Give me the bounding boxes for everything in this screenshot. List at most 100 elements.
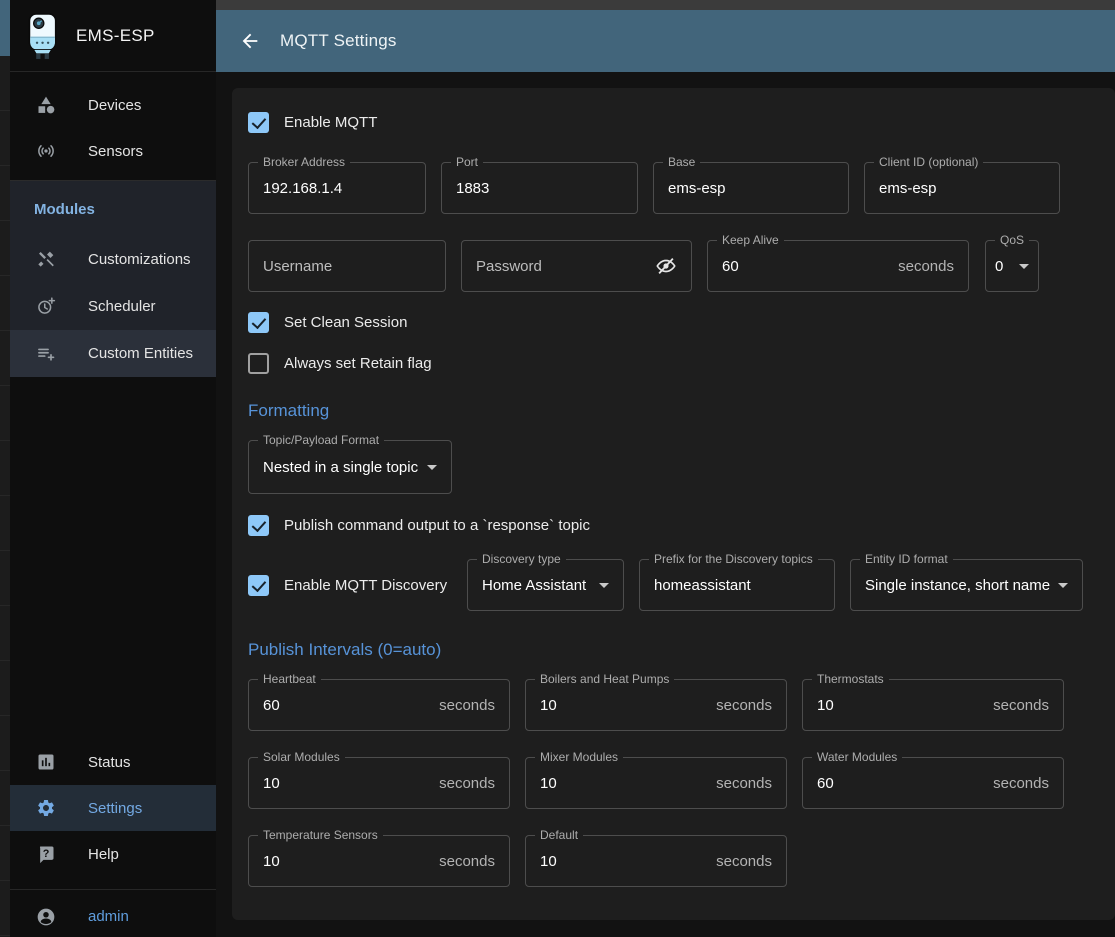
- client-id-field[interactable]: Client ID (optional): [864, 162, 1060, 214]
- publish-response-checkbox[interactable]: [248, 515, 269, 536]
- field-label: Default: [535, 828, 583, 843]
- ems-esp-app: EMS-ESP Devices Sensors Modules: [0, 0, 1115, 937]
- sidebar-item-label: Customizations: [88, 251, 191, 268]
- interval-input[interactable]: [540, 853, 716, 870]
- interval-field-temperature-sensors[interactable]: Temperature Sensors seconds: [248, 835, 510, 887]
- password-input[interactable]: [476, 258, 655, 275]
- sidebar-item-label: Sensors: [88, 143, 143, 160]
- sidebar-item-customizations[interactable]: Customizations: [10, 236, 216, 282]
- help-icon: ?: [36, 844, 56, 864]
- enable-mqtt-row: Enable MQTT: [248, 110, 1099, 134]
- keep-alive-input[interactable]: [722, 258, 898, 275]
- sidebar-header: EMS-ESP: [10, 0, 216, 72]
- chevron-down-icon: [599, 583, 609, 588]
- credentials-row: Keep Alive seconds QoS 0: [248, 240, 1099, 292]
- keep-alive-field[interactable]: Keep Alive seconds: [707, 240, 969, 292]
- toggle-password-visibility-icon[interactable]: [655, 255, 677, 277]
- unit-suffix: seconds: [716, 853, 772, 870]
- sidebar-item-custom-entities[interactable]: Custom Entities: [10, 330, 216, 377]
- formatting-heading: Formatting: [248, 401, 1099, 421]
- field-label: Mixer Modules: [535, 750, 623, 765]
- base-input[interactable]: [668, 180, 834, 197]
- gear-icon: [36, 798, 56, 818]
- username-field[interactable]: [248, 240, 446, 292]
- scheduler-icon: [36, 296, 56, 316]
- interval-input[interactable]: [540, 697, 716, 714]
- field-label: Thermostats: [812, 672, 889, 687]
- interval-input[interactable]: [263, 697, 439, 714]
- client-id-input[interactable]: [879, 180, 1045, 197]
- interval-input[interactable]: [263, 775, 439, 792]
- sidebar-item-label: Scheduler: [88, 298, 156, 315]
- sidebar-item-admin[interactable]: admin: [10, 896, 216, 937]
- sidebar-item-devices[interactable]: Devices: [10, 82, 216, 128]
- broker-address-input[interactable]: [263, 180, 411, 197]
- interval-field-solar[interactable]: Solar Modules seconds: [248, 757, 510, 809]
- interval-input[interactable]: [263, 853, 439, 870]
- sidebar-item-status[interactable]: Status: [10, 739, 216, 785]
- port-field[interactable]: Port: [441, 162, 638, 214]
- main-content: Enable MQTT Broker Address Port Base Cli…: [216, 72, 1115, 937]
- field-label: Topic/Payload Format: [258, 433, 384, 448]
- unit-suffix: seconds: [993, 697, 1049, 714]
- checkbox-label: Enable MQTT Discovery: [284, 577, 447, 594]
- topic-format-value: Nested in a single topic: [263, 459, 419, 476]
- field-label: Water Modules: [812, 750, 902, 765]
- sidebar: EMS-ESP Devices Sensors Modules: [10, 0, 216, 937]
- interval-input[interactable]: [540, 775, 716, 792]
- sidebar-item-settings[interactable]: Settings: [10, 785, 216, 831]
- field-label: Solar Modules: [258, 750, 345, 765]
- field-label: Heartbeat: [258, 672, 321, 687]
- sidebar-item-sensors[interactable]: Sensors: [10, 128, 216, 174]
- username-label: admin: [88, 908, 129, 925]
- interval-field-default[interactable]: Default seconds: [525, 835, 787, 887]
- qos-select[interactable]: QoS 0: [985, 240, 1039, 292]
- interval-field-thermostats[interactable]: Thermostats seconds: [802, 679, 1064, 731]
- interval-input[interactable]: [817, 697, 993, 714]
- sidebar-item-scheduler[interactable]: Scheduler: [10, 283, 216, 329]
- retain-flag-checkbox[interactable]: [248, 353, 269, 374]
- enable-mqtt-checkbox[interactable]: [248, 112, 269, 133]
- clean-session-checkbox[interactable]: [248, 312, 269, 333]
- window-top-strip: [216, 0, 1115, 10]
- clean-session-row: Set Clean Session: [248, 310, 1099, 334]
- back-arrow-icon[interactable]: [238, 29, 262, 53]
- discovery-type-select[interactable]: Discovery type Home Assistant: [467, 559, 624, 611]
- password-field[interactable]: [461, 240, 692, 292]
- interval-input[interactable]: [817, 775, 993, 792]
- interval-field-boilers[interactable]: Boilers and Heat Pumps seconds: [525, 679, 787, 731]
- sidebar-item-label: Devices: [88, 97, 141, 114]
- checkbox-label: Set Clean Session: [284, 314, 407, 331]
- unit-suffix: seconds: [439, 775, 495, 792]
- base-field[interactable]: Base: [653, 162, 849, 214]
- appbar: MQTT Settings: [216, 10, 1115, 72]
- unit-suffix: seconds: [439, 853, 495, 870]
- interval-field-heartbeat[interactable]: Heartbeat seconds: [248, 679, 510, 731]
- interval-field-mixer[interactable]: Mixer Modules seconds: [525, 757, 787, 809]
- chevron-down-icon: [1058, 583, 1068, 588]
- entity-id-format-select[interactable]: Entity ID format Single instance, short …: [850, 559, 1083, 611]
- field-label: Client ID (optional): [874, 155, 983, 170]
- topic-format-row: Topic/Payload Format Nested in a single …: [248, 440, 1099, 494]
- mqtt-settings-card: Enable MQTT Broker Address Port Base Cli…: [232, 88, 1115, 920]
- retain-flag-row: Always set Retain flag: [248, 351, 1099, 375]
- unit-suffix: seconds: [993, 775, 1049, 792]
- field-label: Keep Alive: [717, 233, 784, 248]
- discovery-prefix-input[interactable]: [654, 577, 820, 594]
- discovery-prefix-field[interactable]: Prefix for the Discovery topics: [639, 559, 835, 611]
- enable-discovery-checkbox[interactable]: [248, 575, 269, 596]
- field-label: Broker Address: [258, 155, 350, 170]
- topic-format-select[interactable]: Topic/Payload Format Nested in a single …: [248, 440, 452, 494]
- ems-esp-logo-icon: [26, 12, 60, 60]
- app-title: EMS-ESP: [76, 26, 155, 46]
- sensors-icon: [36, 141, 56, 161]
- status-icon: [36, 752, 56, 772]
- port-input[interactable]: [456, 180, 623, 197]
- sidebar-item-help[interactable]: ? Help: [10, 831, 216, 877]
- username-input[interactable]: [263, 258, 431, 275]
- interval-field-water[interactable]: Water Modules seconds: [802, 757, 1064, 809]
- broker-address-field[interactable]: Broker Address: [248, 162, 426, 214]
- entity-id-format-value: Single instance, short name: [865, 577, 1050, 594]
- field-label: Entity ID format: [860, 552, 953, 567]
- field-label: Port: [451, 155, 483, 170]
